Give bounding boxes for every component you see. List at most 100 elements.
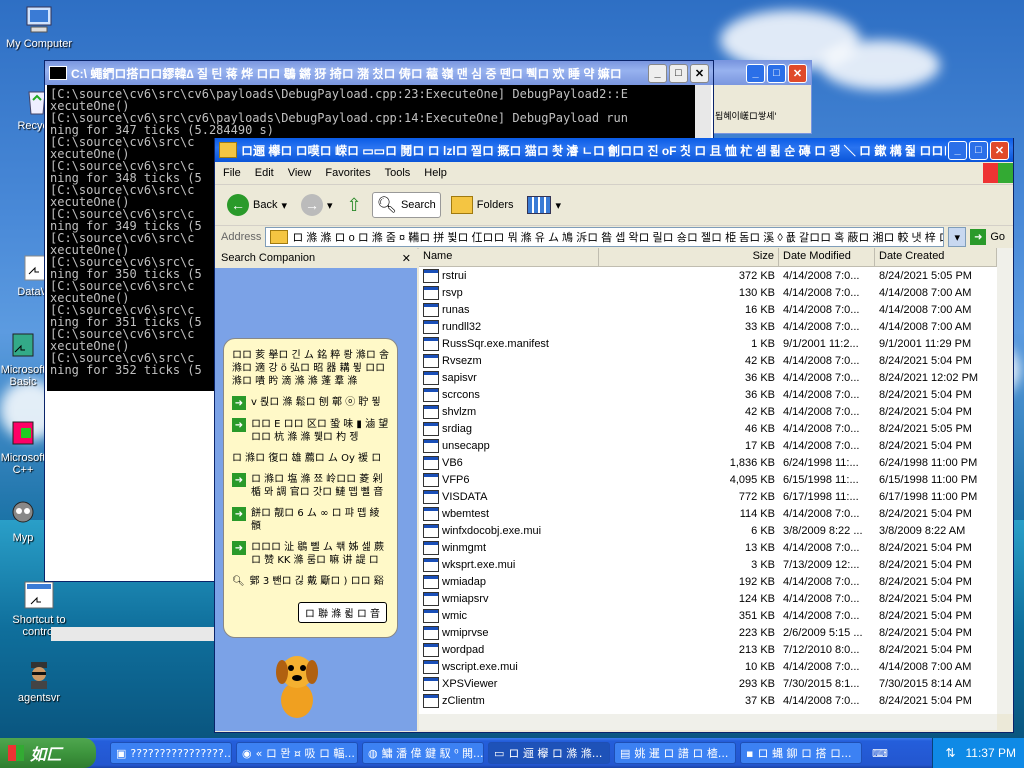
taskbar-item[interactable]: ▭ ロ 逦 欅 ロ 滌 滌...	[488, 742, 610, 764]
file-date-modified: 4/14/2008 7:0...	[783, 371, 860, 384]
close-button[interactable]: ✕	[690, 63, 709, 83]
title-bar[interactable]: _ □ ✕	[713, 61, 811, 85]
back-button[interactable]: ← Back ▾	[223, 192, 291, 218]
close-icon[interactable]: ✕	[402, 252, 411, 265]
search-option[interactable]: ➜ 餅ロ 靓ロ 6 ム ∞ ロ 퍄 뗍 綾 顝	[232, 507, 389, 533]
app-icon	[423, 693, 439, 708]
taskbar-item[interactable]: ▣????????????????...	[110, 742, 232, 764]
search-option[interactable]: ➜ ロロロ 沚 鶡 뻴 ム 쐒 姊 셆 蕨ロ 赞 KK 滌 룸ロ 嘛 讲 諟 ロ	[232, 541, 389, 567]
network-icon[interactable]: ⇅	[945, 746, 955, 760]
file-name-cell: zClientm	[419, 693, 599, 708]
file-row[interactable]: wmic 351 KB 4/14/2008 7:0... 8/24/2021 5:04…	[419, 607, 997, 624]
menu-tools[interactable]: Tools	[385, 167, 411, 179]
search-option[interactable]: 🔍︎ 鄋 3 뺀ロ 긶 戴 斸ロ ) ロロ 谿	[232, 575, 389, 588]
up-folder-button[interactable]: ⇧	[343, 193, 366, 218]
forward-button[interactable]: → ▾	[297, 192, 337, 218]
file-row[interactable]: VFP6 4,095 KB 6/15/1998 11:... 6/15/1998 11…	[419, 471, 997, 488]
background-window[interactable]: _ □ ✕ 됩혜이嵯ロ쌓셰'	[712, 60, 812, 134]
chevron-down-icon[interactable]: ▾	[555, 199, 561, 212]
file-row[interactable]: rsvp 130 KB 4/14/2008 7:0... 4/14/2008 7:00…	[419, 284, 997, 301]
chevron-down-icon[interactable]: ▾	[281, 199, 287, 212]
file-row[interactable]: wmiprvse 223 KB 2/6/2009 5:15 ... 8/24/2021…	[419, 624, 997, 641]
search-bubble: ロロ 荄 擧ロ 긴 ム 銘 粹 뢍 滌ロ 舎 滌ロ 適 강 ö 弘ロ 昭 器 耩…	[223, 338, 398, 638]
menu-view[interactable]: View	[288, 167, 312, 179]
file-row[interactable]: wordpad 213 KB 7/12/2010 8:0... 8/24/2021 5…	[419, 641, 997, 658]
file-row[interactable]: wmiapsrv 124 KB 4/14/2008 7:0... 8/24/2021 …	[419, 590, 997, 607]
menu-file[interactable]: File	[223, 167, 241, 179]
clock[interactable]: 11:37 PM	[966, 746, 1016, 760]
file-row[interactable]: wbemtest 114 KB 4/14/2008 7:0... 8/24/2021 …	[419, 505, 997, 522]
file-row[interactable]: winmgmt 13 KB 4/14/2008 7:0... 8/24/2021 5:…	[419, 539, 997, 556]
file-row[interactable]: scrcons 36 KB 4/14/2008 7:0... 8/24/2021 5:…	[419, 386, 997, 403]
file-row[interactable]: unsecapp 17 KB 4/14/2008 7:0... 8/24/2021 5…	[419, 437, 997, 454]
minimize-button[interactable]: _	[948, 140, 967, 160]
file-row[interactable]: sapisvr 36 KB 4/14/2008 7:0... 8/24/2021 12…	[419, 369, 997, 386]
file-name: wscript.exe.mui	[442, 660, 518, 673]
minimize-button[interactable]: _	[648, 63, 667, 83]
file-name-cell: wscript.exe.mui	[419, 659, 599, 674]
desktop-icon-my-computer[interactable]: My Computer	[2, 4, 76, 50]
maximize-button[interactable]: □	[969, 140, 988, 160]
file-name-cell: wmiadap	[419, 574, 599, 589]
title-bar[interactable]: C:\ 蠅鍆ロ搭ロロ鏐韓∆ 질 틴 蒋 烨 ロロ 鶡 鏘 犽 掎ロ 潴 첬ロ 俦…	[45, 61, 713, 85]
title-bar[interactable]: ロ逦 欅ロ ロ嗼ロ 嵘ロ ▭▭ロ 鬩ロ ロ lzlロ 찔ロ 摡ロ 猫ロ 촷 濬 …	[215, 138, 1013, 162]
folders-button[interactable]: Folders	[447, 194, 518, 216]
column-name[interactable]: Name	[419, 248, 599, 266]
close-button[interactable]: ✕	[990, 140, 1009, 160]
file-date-modified: 7/13/2009 12:...	[783, 558, 860, 571]
taskbar-item[interactable]: ▤ 姚 暹 ロ 譜 ロ 楂...	[614, 742, 736, 764]
column-date-modified[interactable]: Date Modified	[779, 248, 875, 266]
file-name: wmiadap	[442, 575, 487, 588]
desktop-icon-agentsvr[interactable]: agentsvr	[2, 658, 76, 704]
column-date-created[interactable]: Date Created	[875, 248, 997, 266]
search-option[interactable]: ➜ ロ 滌ロ 塩 滌 쬬 岭ロロ 菱 剁 楯 뫄 調 官ロ 갓ロ 鰱 뗍 뻴 音	[232, 473, 389, 499]
taskbar-item[interactable]: ◍ 鱅 潘 偉 鍵 馭 ⁰ 閧...	[362, 742, 484, 764]
search-button[interactable]: 🔍︎ Search	[371, 192, 441, 218]
keyboard-icon[interactable]: ⌨	[872, 747, 888, 760]
file-row[interactable]: rundll32 33 KB 4/14/2008 7:0... 4/14/2008 7…	[419, 318, 997, 335]
address-input[interactable]: ロ 滌 滌 ロ o ロ 滌 줌 ¤ 鞴ロ 拼 뷫ロ 仜ロロ 뭐 滌 유 ム 鳩 …	[265, 227, 945, 247]
file-row[interactable]: winfxdocobj.exe.mui 6 KB 3/8/2009 8:22 ...…	[419, 522, 997, 539]
file-row[interactable]: RussSqr.exe.manifest 1 KB 9/1/2001 11:2...…	[419, 335, 997, 352]
file-row[interactable]: srdiag 46 KB 4/14/2008 7:0... 8/24/2021 5:0…	[419, 420, 997, 437]
desktop-icon-microsoft-basic[interactable]: Microsoft Basic	[0, 330, 46, 388]
menu-edit[interactable]: Edit	[255, 167, 274, 179]
desktop-icon-myp[interactable]: Myp	[0, 498, 46, 544]
horizontal-scrollbar[interactable]	[419, 714, 997, 730]
maximize-button[interactable]: □	[767, 63, 786, 83]
views-button[interactable]: ▾	[523, 194, 565, 216]
go-arrow-icon[interactable]: ➜	[970, 229, 987, 245]
file-row[interactable]: runas 16 KB 4/14/2008 7:0... 4/14/2008 7:00…	[419, 301, 997, 318]
explorer-window[interactable]: ロ逦 欅ロ ロ嗼ロ 嵘ロ ▭▭ロ 鬩ロ ロ lzlロ 찔ロ 摡ロ 猫ロ 촷 濬 …	[214, 138, 1014, 733]
file-row[interactable]: wscript.exe.mui 10 KB 4/14/2008 7:0... 4/14…	[419, 658, 997, 675]
file-row[interactable]: Rvsezm 42 KB 4/14/2008 7:0... 8/24/2021 5:0…	[419, 352, 997, 369]
close-button[interactable]: ✕	[788, 63, 807, 83]
file-row[interactable]: wksprt.exe.mui 3 KB 7/13/2009 12:... 8/24/2…	[419, 556, 997, 573]
maximize-button[interactable]: □	[669, 63, 688, 83]
search-option[interactable]: ➜ ロロ E ロロ 区ロ 蛩 味 ▮ 滷 望 ロロ 杭 滌 滌 뮃ロ 杓 젱	[232, 418, 389, 444]
search-option[interactable]: ➜ v 뢵ロ 滌 鬆ロ 刨 鄣 ⓞ 聍 뮣	[232, 396, 389, 410]
file-row[interactable]: shvlzm 42 KB 4/14/2008 7:0... 8/24/2021 5:0…	[419, 403, 997, 420]
taskbar-item[interactable]: ▪ ロ 蝿 鉚 ロ 搭 ロ...	[740, 742, 862, 764]
chevron-down-icon[interactable]: ▾	[327, 199, 333, 212]
taskbar-item[interactable]: ◉ « ロ 뫈 ¤ 吸 ロ 輻...	[236, 742, 358, 764]
column-size[interactable]: Size	[599, 248, 779, 266]
start-button[interactable]: 如匚	[0, 738, 96, 768]
search-dog-icon[interactable]	[267, 648, 327, 723]
desktop-icon-microsoft-cpp[interactable]: Microsoft C++	[0, 418, 46, 476]
file-row[interactable]: XPSViewer 293 KB 7/30/2015 8:1... 7/30/2015…	[419, 675, 997, 692]
app-icon	[423, 625, 439, 640]
menu-favorites[interactable]: Favorites	[325, 167, 370, 179]
file-row[interactable]: VB6 1,836 KB 6/24/1998 11:... 6/24/1998 11:…	[419, 454, 997, 471]
file-row[interactable]: rstrui 372 KB 4/14/2008 7:0... 8/24/2021 5:…	[419, 267, 997, 284]
menu-help[interactable]: Help	[424, 167, 447, 179]
file-row[interactable]: zClientm 37 KB 4/14/2008 7:0... 8/24/2021 5…	[419, 692, 997, 709]
go-button[interactable]: Go	[990, 231, 1013, 243]
companion-button[interactable]: ロ 聯 滌 륇 ロ 音	[297, 602, 387, 623]
file-row[interactable]: wmiadap 192 KB 4/14/2008 7:0... 8/24/2021 5…	[419, 573, 997, 590]
chevron-down-icon[interactable]: ▾	[948, 227, 967, 247]
minimize-button[interactable]: _	[746, 63, 765, 83]
file-row[interactable]: VISDATA 772 KB 6/17/1998 11:... 6/17/1998 1…	[419, 488, 997, 505]
vertical-scrollbar[interactable]	[997, 248, 1013, 714]
vb-icon	[423, 455, 439, 470]
